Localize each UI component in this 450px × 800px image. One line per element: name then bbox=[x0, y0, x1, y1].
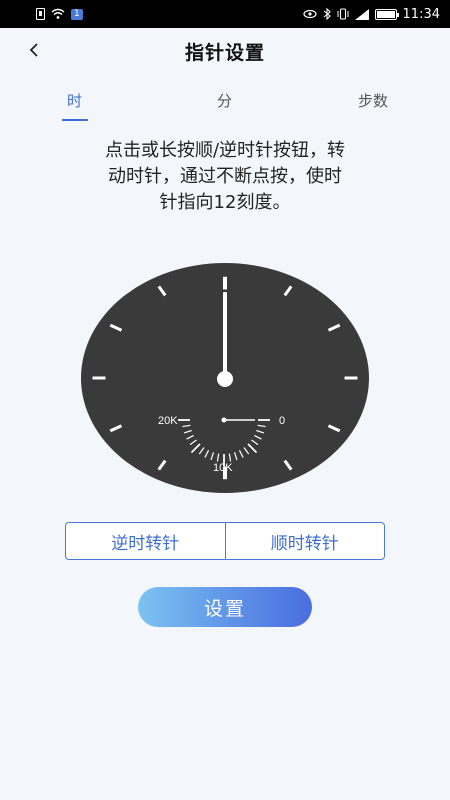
set-button[interactable]: 设置 bbox=[138, 587, 312, 627]
page-title: 指针设置 bbox=[184, 41, 265, 64]
tab-hour[interactable]: 时 bbox=[67, 90, 82, 111]
eye-comfort-icon bbox=[302, 9, 317, 19]
status-bar-right: 11:34 bbox=[302, 6, 440, 22]
signal-icon bbox=[354, 8, 369, 20]
tab-steps[interactable]: 步数 bbox=[358, 90, 388, 111]
bluetooth-icon bbox=[323, 8, 331, 20]
title-bar: 指针设置 bbox=[0, 28, 450, 74]
watch-dial: 20K 0 10K bbox=[81, 263, 369, 493]
sub-dial-label-20k: 20K bbox=[158, 415, 178, 427]
sub-dial-label-0: 0 bbox=[279, 415, 285, 427]
instruction-text: 点击或长按顺/逆时针按钮，转动时针，通过不断点按，使时针指向12刻度。 bbox=[104, 140, 346, 213]
battery-icon bbox=[374, 8, 399, 20]
tab-active-indicator bbox=[62, 119, 88, 121]
chevron-left-icon bbox=[29, 43, 38, 57]
wifi-icon bbox=[51, 8, 65, 19]
vibrate-icon bbox=[337, 8, 349, 20]
status-time: 11:34 bbox=[402, 6, 440, 22]
sim-badge: 1 bbox=[71, 8, 83, 20]
sim-card-icon bbox=[36, 8, 45, 20]
back-button[interactable] bbox=[22, 38, 46, 62]
dial-center-hub bbox=[217, 371, 233, 387]
status-bar: 1 11:34 bbox=[0, 0, 450, 28]
sub-dial-label-10k: 10K bbox=[213, 462, 233, 474]
counter-clockwise-button[interactable]: 逆时转针 bbox=[65, 522, 226, 560]
sub-dial-hub bbox=[221, 417, 227, 423]
tab-minute[interactable]: 分 bbox=[217, 90, 232, 111]
status-bar-left: 1 bbox=[36, 8, 83, 20]
rotate-button-group: 逆时转针 顺时转针 bbox=[65, 522, 385, 560]
hour-hand bbox=[223, 292, 227, 378]
tab-bar: 时 分 步数 bbox=[0, 90, 450, 122]
clockwise-button[interactable]: 顺时转针 bbox=[225, 522, 385, 560]
